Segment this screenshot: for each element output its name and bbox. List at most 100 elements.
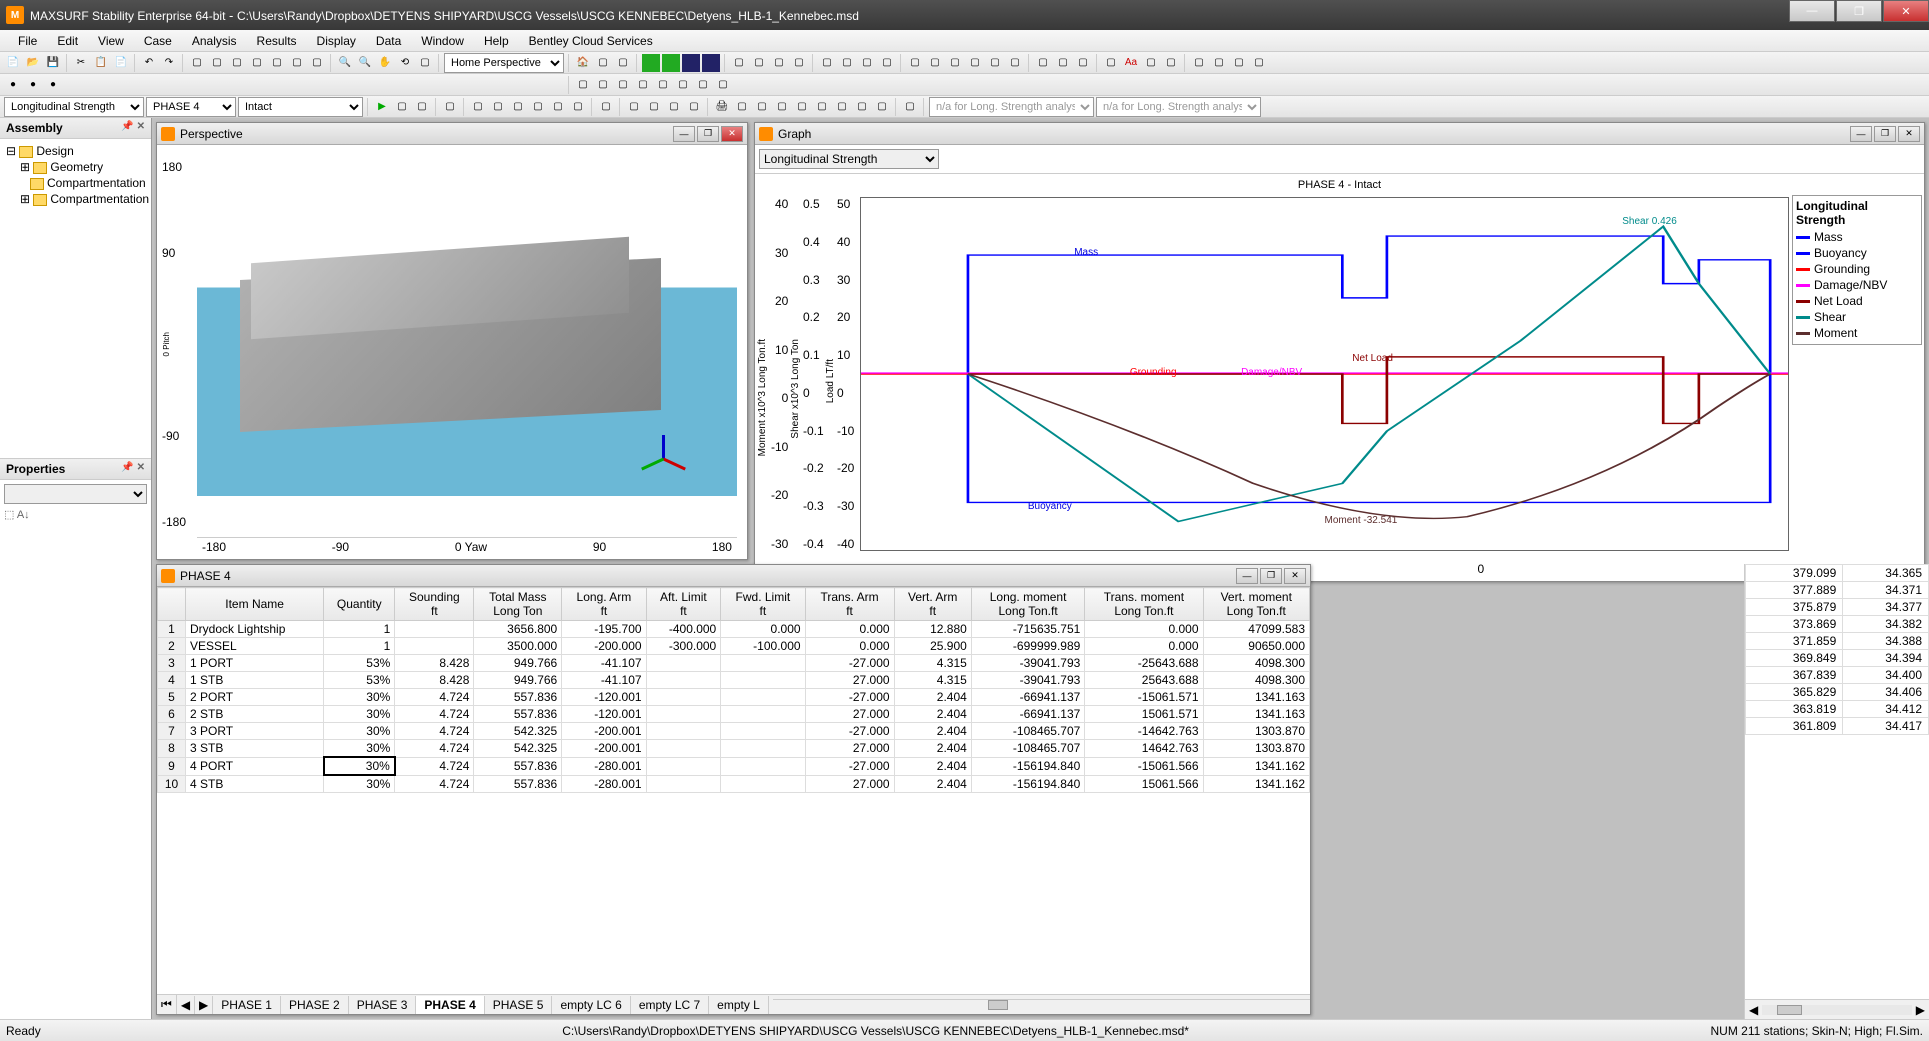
table-cell[interactable]: 0.000 (721, 621, 805, 638)
row-number[interactable]: 4 (158, 672, 186, 689)
properties-sort-icon[interactable]: ⬚ A↓ (4, 508, 147, 521)
tool-icon[interactable]: ▢ (228, 54, 246, 72)
tool-icon[interactable]: ▢ (574, 76, 592, 94)
table-cell[interactable]: 14642.763 (1085, 740, 1203, 758)
table-cell[interactable]: -27.000 (805, 723, 894, 740)
row-number[interactable]: 3 (158, 655, 186, 672)
tool-icon[interactable]: ▢ (674, 76, 692, 94)
table-cell[interactable]: 90650.000 (1203, 638, 1310, 655)
table-cell[interactable]: 4.724 (395, 757, 474, 775)
column-header[interactable]: Aft. Limitft (646, 588, 721, 621)
cell-item-name[interactable]: 3 STB (186, 740, 324, 758)
table-cell[interactable]: 369.849 (1746, 650, 1843, 667)
sheet-tab[interactable]: empty LC 6 (552, 996, 630, 1014)
tool-icon[interactable]: ▢ (654, 76, 672, 94)
table-cell[interactable]: -120.001 (562, 689, 646, 706)
tool-icon[interactable]: ▢ (753, 98, 771, 116)
table-cell[interactable] (646, 706, 721, 723)
tool-icon[interactable]: ▢ (906, 54, 924, 72)
table-cell[interactable]: -25643.688 (1085, 655, 1203, 672)
tool-icon[interactable]: ▢ (873, 98, 891, 116)
table-cell[interactable]: 2.404 (894, 689, 971, 706)
table-cell[interactable]: 53% (324, 672, 395, 689)
tool-icon[interactable]: ▢ (946, 54, 964, 72)
column-header[interactable]: Long. Armft (562, 588, 646, 621)
table-row[interactable]: 369.84934.394 (1746, 650, 1929, 667)
table-row[interactable]: 2VESSEL13500.000-200.000-300.000-100.000… (158, 638, 1310, 655)
sheet-tab[interactable]: PHASE 2 (281, 996, 349, 1014)
tool-icon[interactable]: ▢ (750, 54, 768, 72)
table-row[interactable]: 375.87934.377 (1746, 599, 1929, 616)
horizontal-scrollbar[interactable] (1777, 1005, 1802, 1015)
tool-icon[interactable]: ▢ (694, 76, 712, 94)
table-cell[interactable]: 2.404 (894, 757, 971, 775)
table-cell[interactable]: 34.400 (1843, 667, 1929, 684)
cell-item-name[interactable]: Drydock Lightship (186, 621, 324, 638)
cell-item-name[interactable]: 4 PORT (186, 757, 324, 775)
table-cell[interactable]: 4.724 (395, 689, 474, 706)
assembly-tree[interactable]: ⊟ Design ⊞ Geometry Compartmentation ⊞ C… (0, 139, 151, 459)
run-icon[interactable]: ▶ (373, 98, 391, 116)
tool-icon[interactable]: ● (4, 76, 22, 94)
table-cell[interactable]: 377.889 (1746, 582, 1843, 599)
tool-icon[interactable]: ▢ (594, 54, 612, 72)
print-icon[interactable]: 🖨 (713, 98, 731, 116)
table-cell[interactable]: 363.819 (1746, 701, 1843, 718)
tool-icon[interactable]: ▢ (790, 54, 808, 72)
tool-icon[interactable]: ▢ (901, 98, 919, 116)
tool-icon[interactable]: ▢ (614, 54, 632, 72)
table-cell[interactable]: -100.000 (721, 638, 805, 655)
table-cell[interactable]: 30% (324, 757, 395, 775)
table-cell[interactable]: -300.000 (646, 638, 721, 655)
table-cell[interactable]: 4098.300 (1203, 655, 1310, 672)
table-cell[interactable]: 30% (324, 740, 395, 758)
tool-icon[interactable]: ▢ (714, 76, 732, 94)
paste-icon[interactable]: 📄 (112, 54, 130, 72)
cell-item-name[interactable]: 2 PORT (186, 689, 324, 706)
table-cell[interactable]: 4098.300 (1203, 672, 1310, 689)
table-row[interactable]: 94 PORT30%4.724557.836-280.001-27.0002.4… (158, 757, 1310, 775)
minimize-button[interactable]: — (1789, 0, 1835, 22)
tool-icon[interactable]: ▢ (268, 54, 286, 72)
perspective-titlebar[interactable]: Perspective — ❐ ✕ (157, 123, 747, 145)
sheet-tab[interactable]: PHASE 3 (349, 996, 417, 1014)
table-cell[interactable]: 34.394 (1843, 650, 1929, 667)
tool-icon[interactable]: ▢ (416, 54, 434, 72)
graph-titlebar[interactable]: Graph — ❐ ✕ (755, 123, 1924, 145)
zoom-icon[interactable]: 🔍 (356, 54, 374, 72)
column-header[interactable]: Vert. Armft (894, 588, 971, 621)
tree-node-design[interactable]: ⊟ Design (4, 143, 147, 159)
sheet-tab[interactable]: empty L (709, 996, 769, 1014)
table-cell[interactable]: 2.404 (894, 775, 971, 793)
tool-icon[interactable]: ▢ (966, 54, 984, 72)
tool-icon[interactable]: ▢ (625, 98, 643, 116)
table-cell[interactable]: 30% (324, 706, 395, 723)
table-cell[interactable] (721, 775, 805, 793)
table-cell[interactable]: 30% (324, 775, 395, 793)
table-cell[interactable]: 361.809 (1746, 718, 1843, 735)
close-icon[interactable]: ✕ (1284, 568, 1306, 584)
table-cell[interactable]: 34.377 (1843, 599, 1929, 616)
graph-type-select[interactable]: Longitudinal Strength (759, 149, 939, 169)
3d-scene[interactable] (197, 155, 737, 534)
table-cell[interactable]: 15061.566 (1085, 775, 1203, 793)
copy-icon[interactable]: 📋 (92, 54, 110, 72)
table-cell[interactable] (646, 672, 721, 689)
table-cell[interactable]: 2.404 (894, 740, 971, 758)
sheet-tab[interactable]: PHASE 5 (485, 996, 553, 1014)
table-row[interactable]: 361.80934.417 (1746, 718, 1929, 735)
cell-item-name[interactable]: 3 PORT (186, 723, 324, 740)
tool-icon[interactable]: ▢ (469, 98, 487, 116)
table-row[interactable]: 104 STB30%4.724557.836-280.00127.0002.40… (158, 775, 1310, 793)
tool-icon[interactable]: ▢ (1006, 54, 1024, 72)
table-row[interactable]: 365.82934.406 (1746, 684, 1929, 701)
tool-icon[interactable]: ▢ (1162, 54, 1180, 72)
right-data-table[interactable]: 379.09934.365377.88934.371375.87934.3773… (1745, 564, 1929, 735)
table-cell[interactable]: 1341.163 (1203, 689, 1310, 706)
table-cell[interactable]: 30% (324, 723, 395, 740)
column-header[interactable]: Trans. momentLong Ton.ft (1085, 588, 1203, 621)
tool-icon[interactable]: ▢ (1190, 54, 1208, 72)
tool-icon[interactable]: ▢ (1230, 54, 1248, 72)
table-cell[interactable] (721, 655, 805, 672)
sheet-tab[interactable]: PHASE 4 (416, 996, 484, 1014)
